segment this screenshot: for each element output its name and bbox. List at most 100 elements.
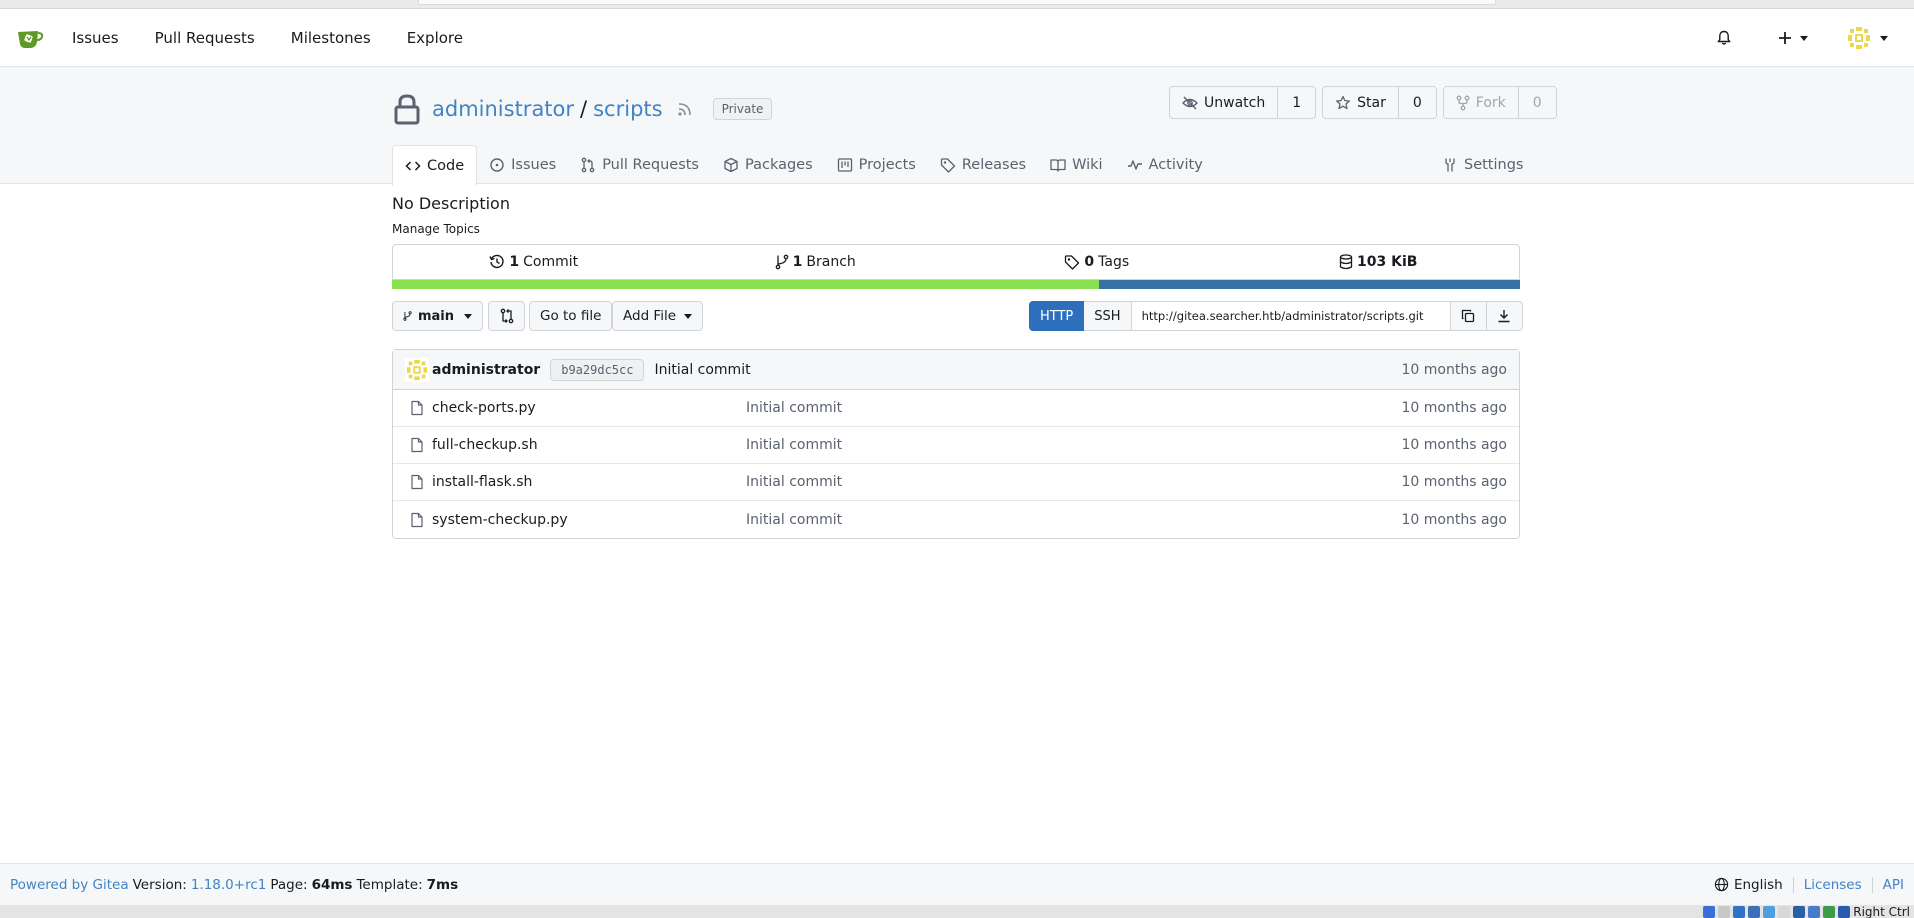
author-avatar-icon[interactable] (405, 357, 429, 382)
branch-name: main (417, 308, 454, 324)
gitea-logo-icon[interactable] (14, 22, 46, 54)
issue-opened-icon (490, 158, 504, 172)
pulse-icon (1127, 160, 1142, 170)
file-row[interactable]: check-ports.py Initial commit 10 months … (393, 390, 1519, 427)
clone-url-input[interactable]: http://gitea.searcher.htb/administrator/… (1131, 301, 1451, 331)
cd-icon[interactable] (1718, 905, 1731, 918)
network-icon[interactable] (1703, 905, 1716, 918)
watchers-count[interactable]: 1 (1278, 87, 1315, 118)
tags-stat[interactable]: 0 Tags (956, 245, 1238, 279)
shared-folder-icon[interactable] (1748, 905, 1761, 918)
tab-releases-label: Releases (961, 157, 1027, 173)
commits-label: Commit (523, 254, 579, 270)
user-menu-dropdown[interactable] (1830, 9, 1914, 67)
tab-settings[interactable]: Settings (1430, 145, 1535, 185)
commit-sha-label[interactable]: b9a29dc5cc (550, 358, 645, 381)
language-selector[interactable]: English (1714, 877, 1783, 893)
file-name[interactable]: check-ports.py (432, 400, 536, 416)
file-row[interactable]: install-flask.sh Initial commit 10 month… (393, 464, 1519, 501)
tab-pull-requests[interactable]: Pull Requests (568, 145, 711, 185)
notifications-button[interactable] (1700, 9, 1762, 67)
language-bar-shell (1099, 280, 1520, 289)
pull-request-icon (581, 157, 595, 173)
tab-wiki[interactable]: Wiki (1038, 145, 1114, 185)
api-link[interactable]: API (1883, 877, 1904, 893)
mouse-integration-icon[interactable] (1838, 905, 1851, 918)
stars-count[interactable]: 0 (1399, 87, 1436, 118)
nav-issues[interactable]: Issues (54, 9, 137, 67)
status-icon[interactable] (1823, 905, 1836, 918)
version-link[interactable]: 1.18.0+rc1 (191, 877, 267, 893)
usb-icon[interactable] (1733, 905, 1746, 918)
file-commit-time: 10 months ago (1401, 511, 1507, 528)
rss-icon[interactable] (677, 101, 693, 117)
template-time-label: Template: (356, 876, 423, 893)
tab-projects[interactable]: Projects (825, 145, 928, 185)
nav-pull-requests[interactable]: Pull Requests (137, 9, 273, 67)
branches-label: Branch (806, 254, 856, 270)
fork-icon (1456, 95, 1470, 110)
go-to-file-button[interactable]: Go to file (529, 301, 613, 331)
download-icon (1498, 310, 1510, 323)
commit-author[interactable]: administrator (432, 362, 540, 378)
fork-button-group: Fork 0 (1442, 86, 1557, 119)
file-commit-message[interactable]: Initial commit (746, 400, 842, 416)
file-row[interactable]: system-checkup.py Initial commit 10 mont… (393, 501, 1519, 538)
repo-owner-link[interactable]: administrator (432, 97, 574, 121)
file-icon (411, 512, 423, 527)
repo-stats-bar: 1 Commit 1 Branch 0 Tags 103 KiB (392, 244, 1520, 280)
file-commit-message[interactable]: Initial commit (746, 474, 842, 490)
tab-activity[interactable]: Activity (1115, 145, 1215, 185)
forks-count[interactable]: 0 (1519, 87, 1556, 118)
recording-icon[interactable] (1778, 905, 1791, 918)
branches-count: 1 (792, 254, 803, 270)
licenses-link[interactable]: Licenses (1804, 877, 1862, 893)
window-icon[interactable] (1808, 905, 1821, 918)
nav-explore[interactable]: Explore (389, 9, 481, 67)
tab-projects-label: Projects (858, 157, 916, 173)
file-name[interactable]: install-flask.sh (432, 474, 532, 490)
tab-packages[interactable]: Packages (711, 145, 825, 185)
package-icon (724, 157, 738, 173)
repo-path-separator: / (580, 97, 588, 121)
tab-issues[interactable]: Issues (477, 145, 568, 185)
compare-button[interactable] (488, 301, 525, 331)
branch-icon (775, 254, 789, 270)
settings-icon[interactable] (1793, 905, 1806, 918)
tab-code[interactable]: Code (392, 145, 478, 186)
file-name[interactable]: system-checkup.py (432, 512, 568, 528)
commits-stat[interactable]: 1 Commit (393, 245, 675, 279)
clone-ssh-button[interactable]: SSH (1084, 301, 1132, 331)
chevron-down-icon (684, 313, 693, 319)
download-archive-button[interactable] (1486, 301, 1523, 331)
unwatch-button[interactable]: Unwatch (1170, 87, 1279, 118)
add-file-dropdown[interactable]: Add File (612, 301, 704, 331)
latest-commit-row: administrator b9a29dc5cc Initial commit … (393, 350, 1519, 390)
star-button[interactable]: Star (1323, 87, 1399, 118)
manage-topics-link[interactable]: Manage Topics (392, 222, 480, 236)
fork-button[interactable]: Fork (1444, 87, 1519, 118)
powered-by-gitea-link[interactable]: Powered by Gitea (10, 877, 129, 893)
browser-url-bar[interactable] (418, 0, 1496, 5)
repo-title: administrator / scripts Private (392, 87, 773, 131)
commit-message[interactable]: Initial commit (654, 362, 750, 378)
file-name[interactable]: full-checkup.sh (432, 437, 538, 453)
file-commit-message[interactable]: Initial commit (746, 512, 842, 528)
branch-selector[interactable]: main (392, 301, 483, 331)
copy-icon (1461, 309, 1475, 323)
tab-settings-label: Settings (1464, 157, 1524, 173)
branches-stat[interactable]: 1 Branch (675, 245, 957, 279)
create-new-dropdown[interactable] (1762, 9, 1830, 67)
repo-name-link[interactable]: scripts (593, 97, 662, 121)
copy-url-button[interactable] (1450, 301, 1487, 331)
chevron-down-icon (464, 313, 472, 319)
nav-milestones[interactable]: Milestones (273, 9, 389, 67)
file-row[interactable]: full-checkup.sh Initial commit 10 months… (393, 427, 1519, 464)
file-list: administrator b9a29dc5cc Initial commit … (392, 349, 1520, 539)
clone-http-button[interactable]: HTTP (1029, 301, 1085, 331)
file-commit-message[interactable]: Initial commit (746, 437, 842, 453)
repo-header: administrator / scripts Private Unwatch … (0, 67, 1914, 186)
tag-icon (1065, 255, 1080, 270)
display-icon[interactable] (1763, 905, 1776, 918)
tab-releases[interactable]: Releases (928, 145, 1038, 185)
